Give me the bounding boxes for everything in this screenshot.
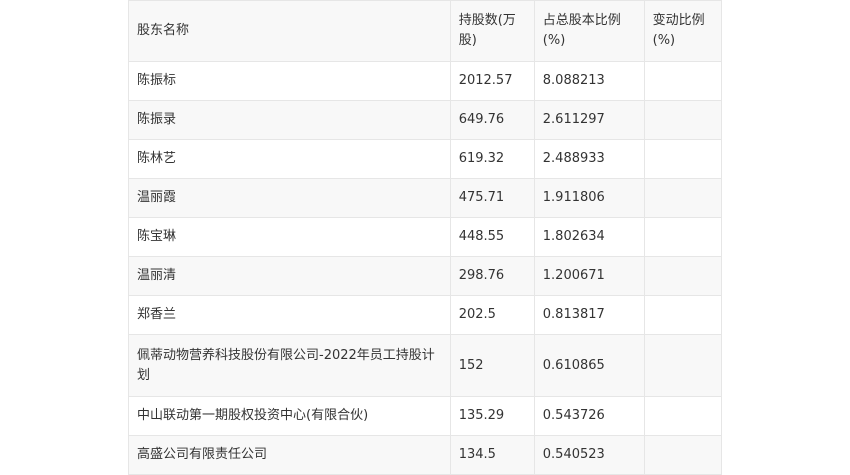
table-row: 佩蒂动物营养科技股份有限公司-2022年员工持股计划 152 0.610865 bbox=[128, 334, 723, 397]
cell-change bbox=[643, 178, 723, 218]
cell-shares: 649.76 bbox=[449, 100, 535, 140]
cell-name: 温丽清 bbox=[128, 256, 451, 296]
cell-name: 中山联动第一期股权投资中心(有限合伙) bbox=[128, 396, 451, 436]
cell-name: 高盛公司有限责任公司 bbox=[128, 435, 451, 475]
cell-change bbox=[643, 100, 723, 140]
table-row: 郑香兰 202.5 0.813817 bbox=[128, 295, 723, 335]
header-change-ratio: 变动比例(%) bbox=[643, 0, 723, 62]
cell-ratio: 1.200671 bbox=[533, 256, 645, 296]
cell-name: 陈振标 bbox=[128, 61, 451, 101]
cell-ratio: 0.543726 bbox=[533, 396, 645, 436]
table-row: 陈林艺 619.32 2.488933 bbox=[128, 139, 723, 179]
cell-shares: 448.55 bbox=[449, 217, 535, 257]
header-share-ratio: 占总股本比例(%) bbox=[533, 0, 645, 62]
shareholder-table: 股东名称 持股数(万股) 占总股本比例(%) 变动比例(%) 陈振标 2012.… bbox=[128, 0, 723, 475]
cell-name: 温丽霞 bbox=[128, 178, 451, 218]
cell-ratio: 8.088213 bbox=[533, 61, 645, 101]
header-shareholder-name: 股东名称 bbox=[128, 0, 451, 62]
cell-ratio: 0.610865 bbox=[533, 334, 645, 397]
cell-change bbox=[643, 295, 723, 335]
table-header-row: 股东名称 持股数(万股) 占总股本比例(%) 变动比例(%) bbox=[128, 0, 723, 62]
cell-name: 佩蒂动物营养科技股份有限公司-2022年员工持股计划 bbox=[128, 334, 451, 397]
cell-name: 陈振录 bbox=[128, 100, 451, 140]
cell-change bbox=[643, 139, 723, 179]
cell-change bbox=[643, 61, 723, 101]
cell-change bbox=[643, 256, 723, 296]
table-row: 陈宝琳 448.55 1.802634 bbox=[128, 217, 723, 257]
cell-name: 陈林艺 bbox=[128, 139, 451, 179]
cell-shares: 134.5 bbox=[449, 435, 535, 475]
cell-ratio: 1.911806 bbox=[533, 178, 645, 218]
cell-name: 郑香兰 bbox=[128, 295, 451, 335]
cell-shares: 298.76 bbox=[449, 256, 535, 296]
header-shares-held: 持股数(万股) bbox=[449, 0, 535, 62]
cell-change bbox=[643, 435, 723, 475]
cell-ratio: 2.611297 bbox=[533, 100, 645, 140]
cell-shares: 202.5 bbox=[449, 295, 535, 335]
cell-change bbox=[643, 217, 723, 257]
table-row: 温丽清 298.76 1.200671 bbox=[128, 256, 723, 296]
table-row: 陈振标 2012.57 8.088213 bbox=[128, 61, 723, 101]
cell-shares: 475.71 bbox=[449, 178, 535, 218]
table-row: 陈振录 649.76 2.611297 bbox=[128, 100, 723, 140]
table-row: 温丽霞 475.71 1.911806 bbox=[128, 178, 723, 218]
cell-ratio: 2.488933 bbox=[533, 139, 645, 179]
cell-shares: 152 bbox=[449, 334, 535, 397]
cell-shares: 619.32 bbox=[449, 139, 535, 179]
cell-ratio: 0.813817 bbox=[533, 295, 645, 335]
cell-ratio: 0.540523 bbox=[533, 435, 645, 475]
cell-shares: 2012.57 bbox=[449, 61, 535, 101]
cell-shares: 135.29 bbox=[449, 396, 535, 436]
cell-name: 陈宝琳 bbox=[128, 217, 451, 257]
cell-change bbox=[643, 396, 723, 436]
table-row: 中山联动第一期股权投资中心(有限合伙) 135.29 0.543726 bbox=[128, 396, 723, 436]
cell-ratio: 1.802634 bbox=[533, 217, 645, 257]
cell-change bbox=[643, 334, 723, 397]
table-row: 高盛公司有限责任公司 134.5 0.540523 bbox=[128, 435, 723, 475]
